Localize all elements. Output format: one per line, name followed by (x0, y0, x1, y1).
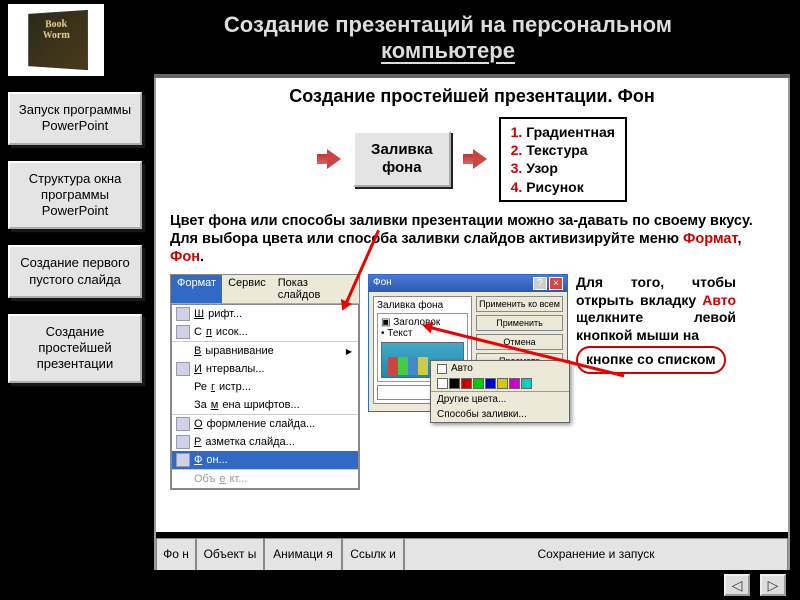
tab-links[interactable]: Ссылк и (342, 538, 404, 570)
sidebar-item-simple-presentation[interactable]: Создание простейшей презентации (8, 314, 142, 383)
sidebar-item-first-slide[interactable]: Создание первого пустого слайда (8, 245, 142, 298)
sidebar-item-structure[interactable]: Структура окна программы PowerPoint (8, 161, 142, 230)
tab-animation[interactable]: Анимаци я (264, 538, 342, 570)
sidebar: Запуск программы PowerPoint Структура ок… (0, 76, 150, 570)
screenshot-area: Формат Сервис Показ слайдов Шрифт... Спи… (170, 274, 774, 490)
description: Цвет фона или способы заливки презентаци… (170, 212, 774, 266)
tab-background[interactable]: Фо н (156, 538, 196, 570)
prev-button[interactable]: ◁ (724, 574, 750, 596)
content-card: Создание простейшей презентации. Фон Зал… (154, 76, 790, 570)
tab-save-run[interactable]: Сохранение и запуск (404, 538, 788, 570)
arrow-icon (463, 149, 487, 169)
subtitle: Создание простейшей презентации. Фон (170, 86, 774, 107)
next-button[interactable]: ▷ (760, 574, 786, 596)
flow-diagram: Заливкафона 1. Градиентная 2. Текстура 3… (170, 117, 774, 202)
sidebar-item-launch[interactable]: Запуск программы PowerPoint (8, 92, 142, 145)
color-popup: Авто Другие цвета... Способы заливки... (430, 360, 570, 423)
menu-screenshot: Формат Сервис Показ слайдов Шрифт... Спи… (170, 274, 360, 490)
side-text: Для того, чтобы открыть вкладку Авто щел… (576, 274, 736, 374)
arrow-icon (317, 149, 341, 169)
page-title: Создание презентаций на персональном ком… (106, 12, 800, 65)
logo (6, 2, 106, 78)
tab-objects[interactable]: Объект ы (196, 538, 264, 570)
options-box: 1. Градиентная 2. Текстура 3. Узор 4. Ри… (499, 117, 627, 202)
fill-box: Заливкафона (353, 131, 451, 187)
bottom-tabs: Фо н Объект ы Анимаци я Ссылк и Сохранен… (156, 536, 788, 570)
